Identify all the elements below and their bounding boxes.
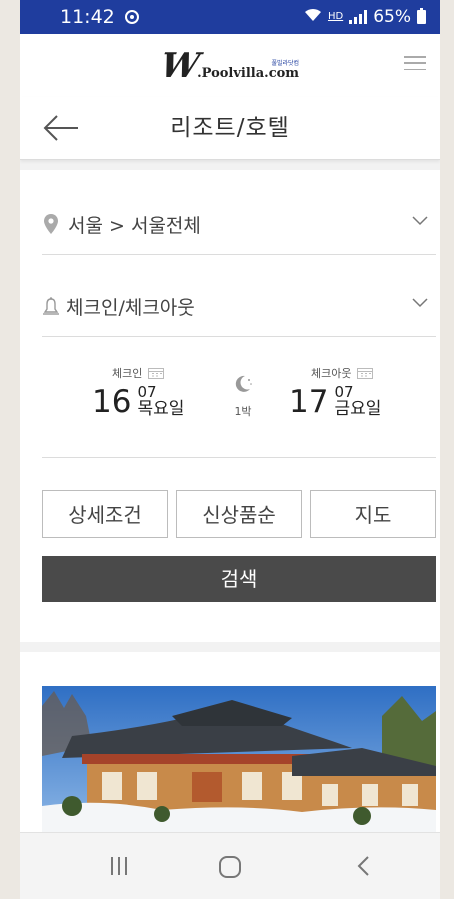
signal-icon xyxy=(349,10,368,24)
nights-indicator: 1박 xyxy=(228,373,258,419)
hamburger-menu-icon[interactable] xyxy=(404,56,426,70)
checkin-date[interactable]: 체크인 16 07 목요일 xyxy=(92,365,184,419)
map-button[interactable]: 지도 xyxy=(310,490,436,538)
calendar-icon xyxy=(357,368,374,379)
home-icon[interactable] xyxy=(218,855,242,879)
logo-name: .Poolvilla.com xyxy=(197,65,300,81)
dates-field-label: 체크인/체크아웃 xyxy=(66,296,195,319)
logo-letter: W xyxy=(158,45,202,86)
android-nav-bar xyxy=(20,832,440,899)
status-bar: 11:42 HD 65% xyxy=(20,0,440,34)
wifi-icon xyxy=(304,8,322,26)
listing-photo[interactable] xyxy=(42,686,436,832)
dates-select[interactable]: 체크인/체크아웃 xyxy=(42,276,436,337)
bell-icon xyxy=(43,297,59,315)
moon-icon xyxy=(235,375,252,392)
battery-icon xyxy=(417,8,426,24)
chevron-down-icon xyxy=(412,298,428,308)
checkin-weekday: 목요일 xyxy=(137,399,185,419)
nights-label: 1박 xyxy=(234,405,252,418)
checkin-month: 07 xyxy=(137,383,157,401)
checkout-date[interactable]: 체크아웃 17 07 금요일 xyxy=(289,365,381,419)
chevron-down-icon xyxy=(412,216,428,226)
location-select[interactable]: 서울 > 서울전체 xyxy=(42,194,436,255)
search-button[interactable]: 검색 xyxy=(42,556,436,602)
listing-card[interactable] xyxy=(20,652,440,832)
checkout-label: 체크아웃 xyxy=(311,367,352,380)
checkout-day: 17 xyxy=(289,384,329,420)
detail-filter-button[interactable]: 상세조건 xyxy=(42,490,168,538)
checkin-day: 16 xyxy=(92,384,132,420)
notification-icon xyxy=(124,10,139,24)
newest-sort-button[interactable]: 신상품순 xyxy=(176,490,302,538)
checkout-weekday: 금요일 xyxy=(334,399,382,419)
back-icon[interactable] xyxy=(356,855,370,877)
recent-apps-icon[interactable] xyxy=(109,855,129,877)
map-pin-icon xyxy=(44,214,58,234)
phone-screen: 11:42 HD 65% W 풀빌라닷컴 .Poolvilla.com 리조트/… xyxy=(20,0,440,899)
calendar-icon xyxy=(148,368,165,379)
search-panel: 서울 > 서울전체 체크인/체크아웃 체크인 16 07 목요일 1박 체크아웃… xyxy=(20,170,440,642)
site-logo[interactable]: W 풀빌라닷컴 .Poolvilla.com xyxy=(158,45,300,86)
checkin-label: 체크인 xyxy=(112,367,143,380)
date-summary: 체크인 16 07 목요일 1박 체크아웃 17 07 금요일 xyxy=(42,365,436,458)
page-title: 리조트/호텔 xyxy=(170,115,290,141)
status-time: 11:42 xyxy=(60,6,115,28)
hd-voice-badge: HD xyxy=(327,11,344,22)
checkout-month: 07 xyxy=(334,383,354,401)
battery-percent: 65% xyxy=(373,7,411,27)
title-bar: 리조트/호텔 xyxy=(20,97,440,160)
site-header: W 풀빌라닷컴 .Poolvilla.com xyxy=(20,34,440,98)
location-value: 서울 > 서울전체 xyxy=(68,214,201,237)
